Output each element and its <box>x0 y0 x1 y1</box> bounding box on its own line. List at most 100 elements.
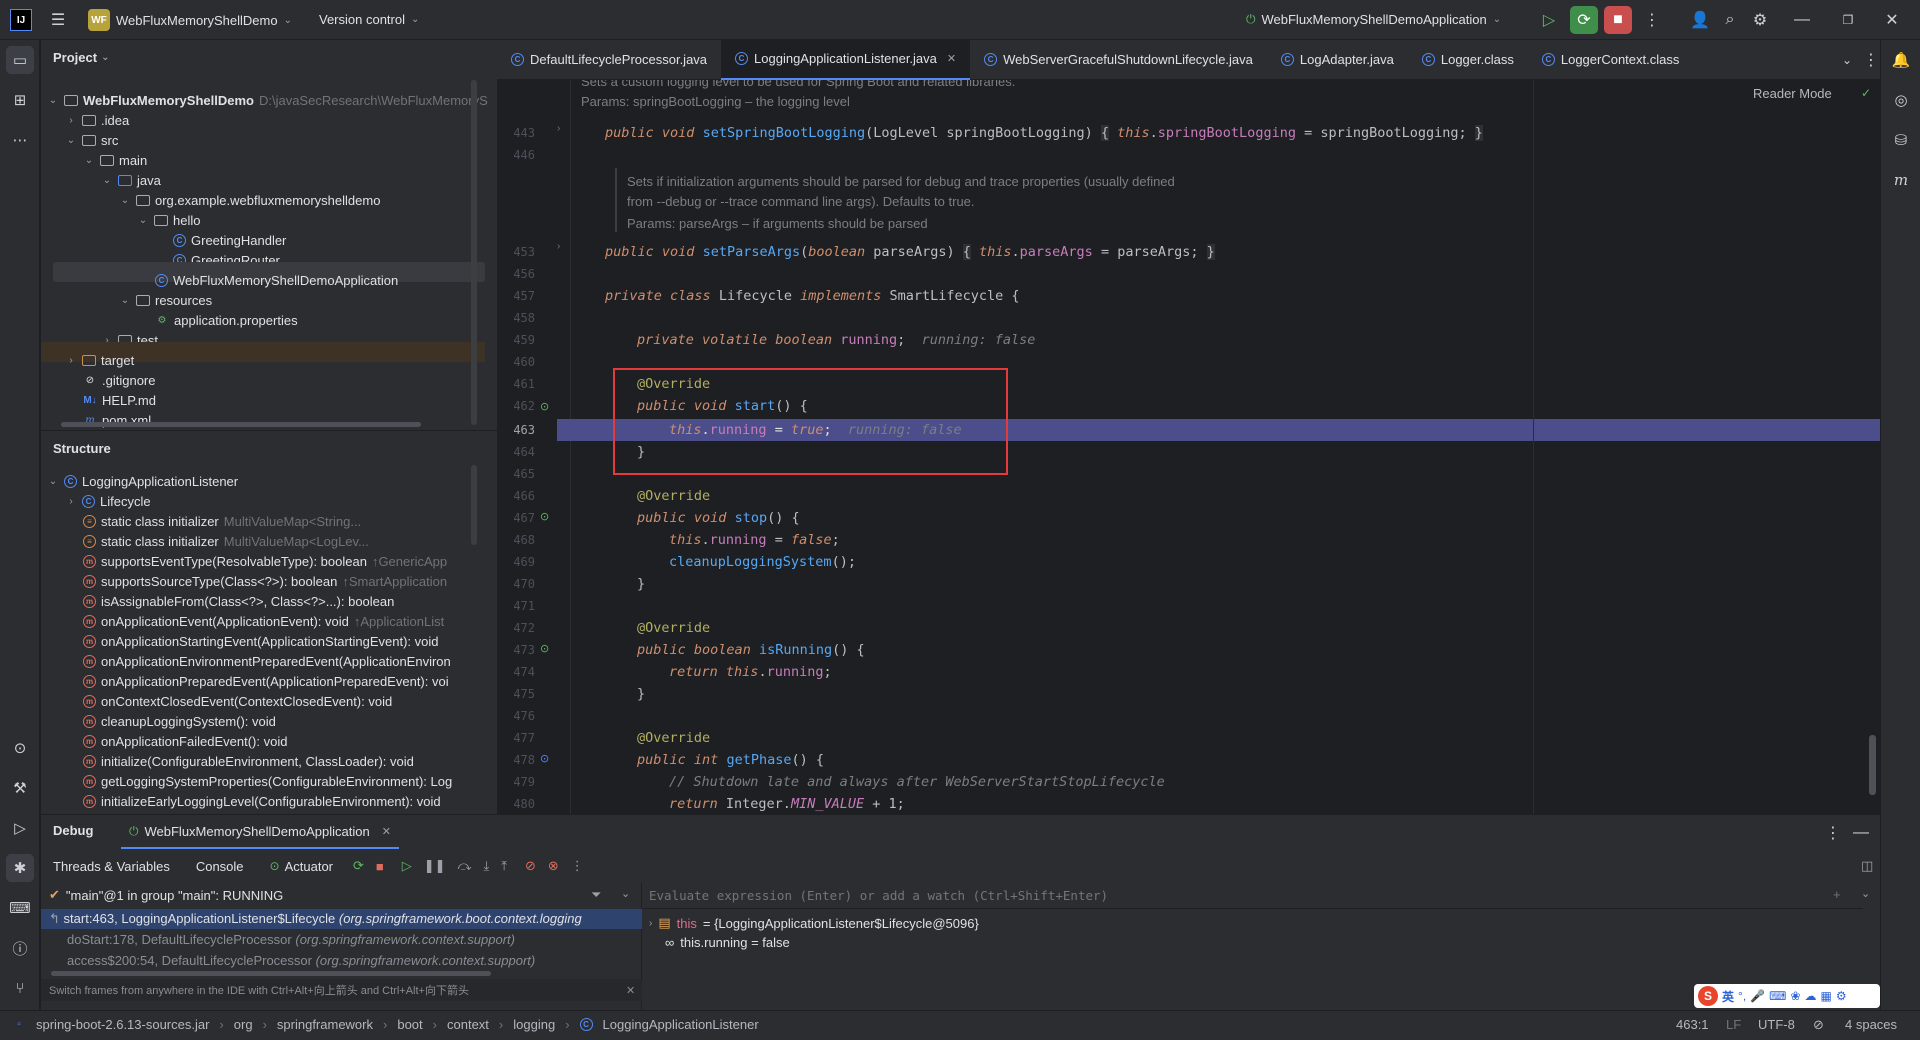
structure-icon[interactable]: ⊞ <box>6 86 34 114</box>
ime-toolbar[interactable]: S 英 °, 🎤 ⌨ ❀ ☁ ▦ ⚙ <box>1694 984 1880 1008</box>
structure-item[interactable]: m onApplicationEnvironmentPreparedEvent(A… <box>83 651 451 671</box>
stop-icon[interactable]: ■ <box>376 859 384 874</box>
fold-icon[interactable]: › <box>557 241 560 252</box>
structure-item[interactable]: m cleanupLoggingSystem(): void <box>83 711 276 731</box>
line-number[interactable]: 476 <box>497 709 535 723</box>
line-number[interactable]: 480 <box>497 797 535 811</box>
view-breakpoints-icon[interactable]: ⊘ <box>525 858 536 874</box>
code-editor[interactable]: Sets a custom logging level to be used f… <box>571 80 1880 814</box>
line-number[interactable]: 467 <box>497 511 535 525</box>
subtab-actuator[interactable]: Actuator <box>285 859 333 874</box>
project-panel-hscrollbar[interactable] <box>61 422 421 427</box>
rerun-icon[interactable]: ⟳ <box>353 858 364 874</box>
structure-item[interactable]: m onApplicationPreparedEvent(ApplicationP… <box>83 671 449 691</box>
line-number[interactable]: 472 <box>497 621 535 635</box>
more-vertical-icon[interactable]: ⋮ <box>1638 6 1666 34</box>
breadcrumb-item[interactable]: logging <box>513 1017 555 1032</box>
tab-webservergracefulshutdown[interactable]: C WebServerGracefulShutdownLifecycle.java <box>970 40 1267 80</box>
tree-item-package[interactable]: ⌄ org.example.webfluxmemoryshelldemo <box>119 190 381 210</box>
notifications-bell-icon[interactable]: 🔔 <box>1887 46 1915 74</box>
caret-position[interactable]: 463:1 <box>1676 1017 1709 1032</box>
git-icon[interactable]: ⑂ <box>6 974 34 1002</box>
read-only-lock-icon[interactable]: ⊘ <box>1813 1017 1824 1033</box>
tab-logadapter[interactable]: C LogAdapter.java <box>1267 40 1408 80</box>
tree-item-main[interactable]: ⌄ main <box>83 150 147 170</box>
structure-item[interactable]: m supportsSourceType(Class<?>): boolean ↑S… <box>83 571 447 591</box>
structure-root[interactable]: ⌄ C LoggingApplicationListener <box>47 471 238 491</box>
maven-icon[interactable]: m <box>1887 166 1915 194</box>
close-tip-icon[interactable]: ✕ <box>626 984 635 997</box>
line-number[interactable]: 468 <box>497 533 535 547</box>
watch-this-running[interactable]: ∞ this.running = false <box>665 935 790 950</box>
line-number[interactable]: 459 <box>497 333 535 347</box>
step-out-icon[interactable]: ⤒ <box>501 858 507 874</box>
line-number[interactable]: 446 <box>497 148 535 162</box>
line-number[interactable]: 475 <box>497 687 535 701</box>
line-number[interactable]: 463 <box>497 423 535 437</box>
frame-row[interactable]: access$200:54, DefaultLifecycleProcessor… <box>67 953 535 968</box>
subtab-console[interactable]: Console <box>196 859 244 874</box>
add-user-icon[interactable]: 👤 <box>1686 6 1714 34</box>
breadcrumb-item[interactable]: spring-boot-2.6.13-sources.jar <box>36 1017 209 1032</box>
line-number[interactable]: 470 <box>497 577 535 591</box>
structure-item[interactable]: ≡ static class initializer MultiValueMap<L… <box>83 531 369 551</box>
rerun-debug-icon[interactable]: ⟳ <box>1570 6 1598 34</box>
ime-punct-icon[interactable]: °, <box>1738 989 1746 1003</box>
tree-item-hello[interactable]: ⌄ hello <box>137 210 201 230</box>
line-number[interactable]: 453 <box>497 245 535 259</box>
frames-hscrollbar[interactable] <box>51 971 491 976</box>
tree-item-src[interactable]: ⌄ src <box>65 130 119 150</box>
ime-mic-icon[interactable]: 🎤 <box>1750 989 1765 1003</box>
structure-item[interactable]: m onApplicationStartingEvent(ApplicationS… <box>83 631 438 651</box>
evaluate-expression-input[interactable] <box>643 883 1863 909</box>
tree-item-root[interactable]: ⌄ WebFluxMemoryShellDemo D:\javaSecResea… <box>47 90 488 110</box>
structure-scrollbar[interactable] <box>471 465 477 545</box>
structure-item[interactable]: m onContextClosedEvent(ContextClosedEvent… <box>83 691 392 711</box>
implements-marker-icon[interactable]: ⊙ <box>540 642 549 655</box>
breadcrumb-item[interactable]: LoggingApplicationListener <box>603 1017 759 1032</box>
tree-item-pom[interactable]: m pom.xml <box>83 410 151 430</box>
chevron-right-icon[interactable]: › <box>649 918 652 929</box>
tab-loggercontext-class[interactable]: C LoggerContext.class <box>1528 40 1698 80</box>
tab-loggingapplicationlistener[interactable]: C LoggingApplicationListener.java ✕ <box>721 39 971 80</box>
minimize-icon[interactable]: — <box>1788 6 1816 34</box>
editor-scrollbar[interactable] <box>1869 735 1876 795</box>
file-encoding[interactable]: UTF-8 <box>1758 1017 1795 1032</box>
close-tab-icon[interactable]: ✕ <box>382 825 391 838</box>
vcs-menu[interactable]: Version control ⌄ <box>319 12 419 27</box>
line-number[interactable]: 466 <box>497 489 535 503</box>
structure-item[interactable]: m onApplicationFailedEvent(): void <box>83 731 287 751</box>
implements-marker-icon[interactable]: ⊙ <box>540 400 549 413</box>
line-number[interactable]: 474 <box>497 665 535 679</box>
structure-item[interactable]: m onApplicationEvent(ApplicationEvent): v… <box>83 611 444 631</box>
structure-item[interactable]: ≡ static class initializer MultiValueMap<S… <box>83 511 361 531</box>
breadcrumb-item[interactable]: boot <box>397 1017 422 1032</box>
breadcrumb-item[interactable]: springframework <box>277 1017 373 1032</box>
debug-bug-icon[interactable]: ✱ <box>6 854 34 882</box>
tree-item-greetinghandler[interactable]: C GreetingHandler <box>173 230 286 250</box>
ime-settings-icon[interactable]: ⚙ <box>1836 989 1847 1003</box>
hide-panel-icon[interactable]: — <box>1847 819 1875 847</box>
line-number[interactable]: 461 <box>497 377 535 391</box>
line-number[interactable]: 477 <box>497 731 535 745</box>
debug-more-icon[interactable]: ⋮ <box>1819 819 1847 847</box>
database-icon[interactable]: ⛁ <box>1887 126 1915 154</box>
tree-item-idea[interactable]: › .idea <box>65 110 129 130</box>
line-number[interactable]: 462 <box>497 399 535 413</box>
step-over-icon[interactable]: ⤼ <box>458 858 472 874</box>
breadcrumb-item[interactable]: org <box>234 1017 253 1032</box>
step-into-icon[interactable]: ⤓ <box>483 858 489 874</box>
reader-mode-toggle[interactable]: Reader Mode <box>1753 86 1832 101</box>
close-window-icon[interactable]: ✕ <box>1878 6 1906 34</box>
resume-icon[interactable]: ▷ <box>1535 6 1563 34</box>
problems-icon[interactable]: ⓘ <box>6 934 34 962</box>
filter-icon[interactable]: ⏷ <box>591 887 601 903</box>
layout-settings-icon[interactable]: ◫ <box>1861 858 1873 874</box>
tree-item-app-class[interactable]: C WebFluxMemoryShellDemoApplication <box>155 270 398 290</box>
more-tools-icon[interactable]: ⋯ <box>6 126 34 154</box>
breadcrumb-item[interactable]: context <box>447 1017 489 1032</box>
search-icon[interactable]: ⌕ <box>1716 6 1744 34</box>
debug-toolbar-more-icon[interactable]: ⋮ <box>571 858 584 874</box>
line-number[interactable]: 458 <box>497 311 535 325</box>
frame-row[interactable]: doStart:178, DefaultLifecycleProcessor (… <box>67 932 515 947</box>
